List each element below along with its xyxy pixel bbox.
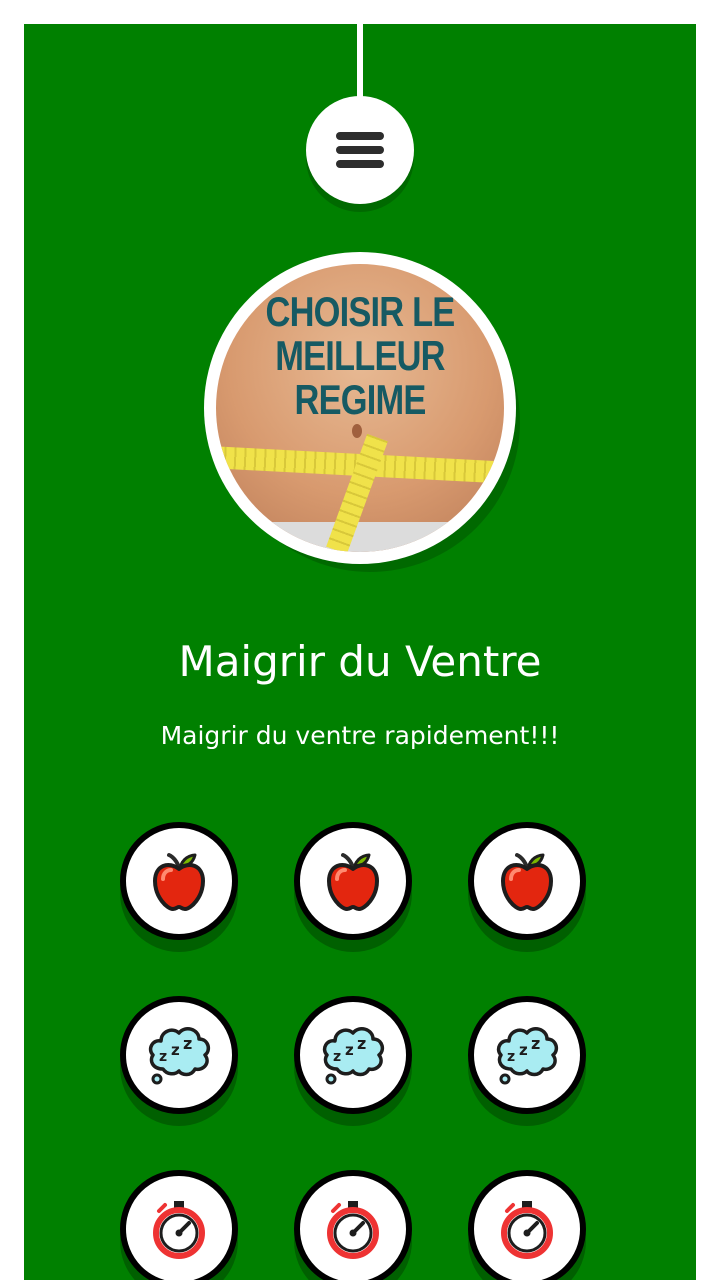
apple-icon [501, 853, 553, 911]
apple-icon [153, 853, 205, 911]
svg-text:z: z [159, 1049, 167, 1065]
page-title: Maigrir du Ventre [178, 637, 542, 686]
svg-text:z: z [183, 1034, 192, 1053]
apple-button-2[interactable] [294, 822, 412, 952]
svg-text:z: z [531, 1034, 540, 1053]
app-panel: CHOISIR LE MEILLEUR REGIME Maigrir du Ve… [24, 24, 696, 1280]
apple-icon [327, 853, 379, 911]
hamburger-icon [336, 132, 384, 168]
stopwatch-button-2[interactable] [294, 1170, 412, 1280]
sleep-button-2[interactable]: z z z [294, 996, 412, 1126]
svg-text:z: z [507, 1049, 515, 1065]
sleep-cloud-icon: z z z [148, 1027, 211, 1085]
apple-button-1[interactable] [120, 822, 238, 952]
hero-image-photo: CHOISIR LE MEILLEUR REGIME [216, 264, 504, 552]
sleep-cloud-icon: z z z [322, 1027, 385, 1085]
stopwatch-icon [153, 1201, 205, 1259]
svg-text:z: z [345, 1041, 354, 1059]
sleep-button-3[interactable]: z z z [468, 996, 586, 1126]
apple-button-3[interactable] [468, 822, 586, 952]
svg-text:z: z [357, 1034, 366, 1053]
hero-image: CHOISIR LE MEILLEUR REGIME [204, 252, 516, 564]
sleep-cloud-icon: z z z [496, 1027, 559, 1085]
menu-button[interactable] [306, 96, 414, 204]
svg-text:z: z [333, 1049, 341, 1065]
svg-text:z: z [519, 1041, 528, 1059]
svg-text:z: z [171, 1041, 180, 1059]
menu-hanger-line [357, 24, 363, 98]
stopwatch-button-3[interactable] [468, 1170, 586, 1280]
stopwatch-icon [501, 1201, 553, 1259]
sleep-button-1[interactable]: z z z [120, 996, 238, 1126]
hero-image-text: CHOISIR LE MEILLEUR REGIME [265, 288, 456, 423]
stopwatch-button-1[interactable] [120, 1170, 238, 1280]
stopwatch-icon [327, 1201, 379, 1259]
page-subtitle: Maigrir du ventre rapidement!!! [160, 721, 560, 750]
